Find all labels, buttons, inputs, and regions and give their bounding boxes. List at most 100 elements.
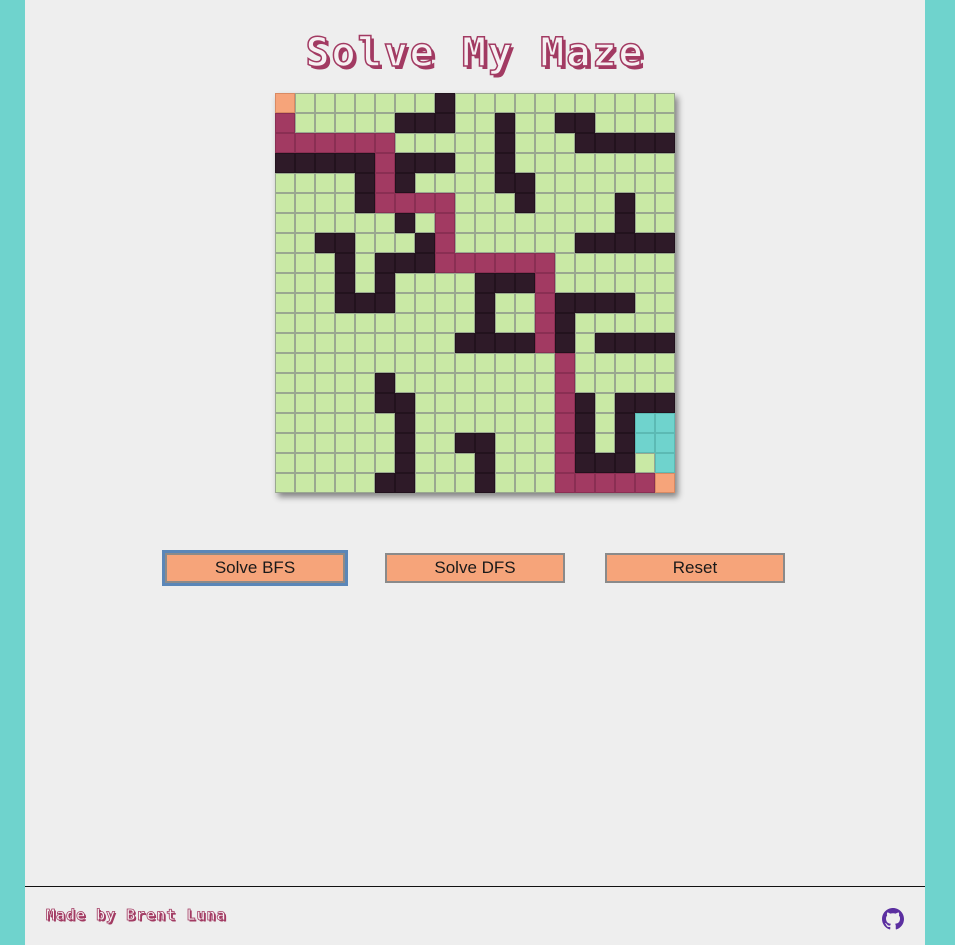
maze-cell-open[interactable] [635, 113, 655, 133]
maze-cell-open[interactable] [315, 173, 335, 193]
maze-cell-open[interactable] [595, 413, 615, 433]
maze-cell-wall[interactable] [555, 333, 575, 353]
maze-cell-open[interactable] [335, 373, 355, 393]
maze-cell-wall[interactable] [615, 453, 635, 473]
maze-cell-wall[interactable] [555, 313, 575, 333]
maze-cell-open[interactable] [475, 213, 495, 233]
maze-cell-wall[interactable] [575, 233, 595, 253]
maze-cell-open[interactable] [455, 193, 475, 213]
maze-cell-open[interactable] [355, 373, 375, 393]
maze-cell-open[interactable] [535, 153, 555, 173]
maze-cell-open[interactable] [355, 213, 375, 233]
maze-cell-open[interactable] [455, 133, 475, 153]
maze-cell-open[interactable] [375, 453, 395, 473]
maze-cell-open[interactable] [315, 193, 335, 213]
maze-cell-wall[interactable] [575, 393, 595, 413]
maze-cell-open[interactable] [355, 433, 375, 453]
maze-cell-open[interactable] [435, 353, 455, 373]
maze-cell-path[interactable] [415, 193, 435, 213]
maze-cell-open[interactable] [635, 373, 655, 393]
maze-cell-open[interactable] [655, 313, 675, 333]
maze-cell-open[interactable] [395, 133, 415, 153]
maze-cell-wall[interactable] [615, 393, 635, 413]
maze-cell-open[interactable] [315, 313, 335, 333]
maze-cell-path[interactable] [555, 453, 575, 473]
maze-cell-open[interactable] [535, 93, 555, 113]
maze-cell-open[interactable] [435, 473, 455, 493]
maze-cell-open[interactable] [595, 253, 615, 273]
maze-cell-open[interactable] [295, 113, 315, 133]
maze-cell-open[interactable] [335, 313, 355, 333]
maze-cell-open[interactable] [515, 433, 535, 453]
maze-cell-open[interactable] [455, 453, 475, 473]
maze-cell-open[interactable] [415, 333, 435, 353]
maze-cell-open[interactable] [655, 353, 675, 373]
maze-cell-open[interactable] [335, 113, 355, 133]
maze-cell-wall[interactable] [355, 173, 375, 193]
maze-cell-open[interactable] [335, 453, 355, 473]
maze-cell-wall[interactable] [515, 333, 535, 353]
maze-cell-wall[interactable] [475, 273, 495, 293]
maze-cell-wall[interactable] [595, 333, 615, 353]
maze-cell-wall[interactable] [335, 253, 355, 273]
maze-cell-open[interactable] [515, 233, 535, 253]
maze-cell-wall[interactable] [395, 453, 415, 473]
maze-cell-open[interactable] [655, 253, 675, 273]
maze-cell-open[interactable] [495, 453, 515, 473]
maze-cell-open[interactable] [535, 433, 555, 453]
maze-cell-wall[interactable] [435, 93, 455, 113]
maze-cell-path[interactable] [615, 473, 635, 493]
maze-cell-open[interactable] [435, 293, 455, 313]
maze-cell-open[interactable] [535, 133, 555, 153]
maze-cell-open[interactable] [575, 353, 595, 373]
maze-cell-open[interactable] [575, 213, 595, 233]
maze-cell-open[interactable] [415, 293, 435, 313]
maze-cell-wall[interactable] [315, 233, 335, 253]
maze-cell-path[interactable] [535, 313, 555, 333]
maze-cell-open[interactable] [535, 233, 555, 253]
maze-cell-wall[interactable] [475, 313, 495, 333]
maze-cell-open[interactable] [635, 273, 655, 293]
maze-cell-open[interactable] [295, 433, 315, 453]
maze-cell-wall[interactable] [595, 293, 615, 313]
maze-cell-open[interactable] [295, 253, 315, 273]
maze-cell-wall[interactable] [275, 153, 295, 173]
maze-cell-wall[interactable] [575, 433, 595, 453]
maze-cell-open[interactable] [595, 373, 615, 393]
maze-cell-wall[interactable] [375, 473, 395, 493]
maze-cell-wall[interactable] [495, 133, 515, 153]
maze-cell-wall[interactable] [435, 153, 455, 173]
maze-cell-open[interactable] [575, 333, 595, 353]
maze-cell-open[interactable] [375, 113, 395, 133]
maze-cell-open[interactable] [655, 373, 675, 393]
maze-cell-wall[interactable] [395, 213, 415, 233]
maze-cell-open[interactable] [335, 413, 355, 433]
maze-cell-open[interactable] [455, 113, 475, 133]
maze-cell-open[interactable] [275, 393, 295, 413]
maze-cell-wall[interactable] [375, 393, 395, 413]
maze-cell-open[interactable] [435, 373, 455, 393]
maze-cell-wall[interactable] [515, 193, 535, 213]
maze-cell-open[interactable] [335, 393, 355, 413]
maze-cell-path[interactable] [295, 133, 315, 153]
maze-cell-open[interactable] [275, 313, 295, 333]
maze-cell-open[interactable] [335, 333, 355, 353]
solve-bfs-button[interactable]: Solve BFS [162, 550, 348, 586]
maze-cell-open[interactable] [455, 93, 475, 113]
maze-cell-open[interactable] [535, 453, 555, 473]
maze-cell-open[interactable] [595, 353, 615, 373]
maze-cell-open[interactable] [395, 273, 415, 293]
maze-cell-open[interactable] [635, 193, 655, 213]
maze-cell-open[interactable] [595, 153, 615, 173]
maze-cell-open[interactable] [335, 433, 355, 453]
maze-cell-open[interactable] [355, 393, 375, 413]
maze-cell-open[interactable] [295, 313, 315, 333]
maze-cell-wall[interactable] [495, 173, 515, 193]
maze-cell-open[interactable] [495, 433, 515, 453]
maze-cell-path[interactable] [595, 473, 615, 493]
maze-cell-wall[interactable] [595, 133, 615, 153]
maze-cell-path[interactable] [335, 133, 355, 153]
maze-cell-wall[interactable] [395, 433, 415, 453]
maze-cell-wall[interactable] [395, 173, 415, 193]
maze-cell-wall[interactable] [335, 233, 355, 253]
